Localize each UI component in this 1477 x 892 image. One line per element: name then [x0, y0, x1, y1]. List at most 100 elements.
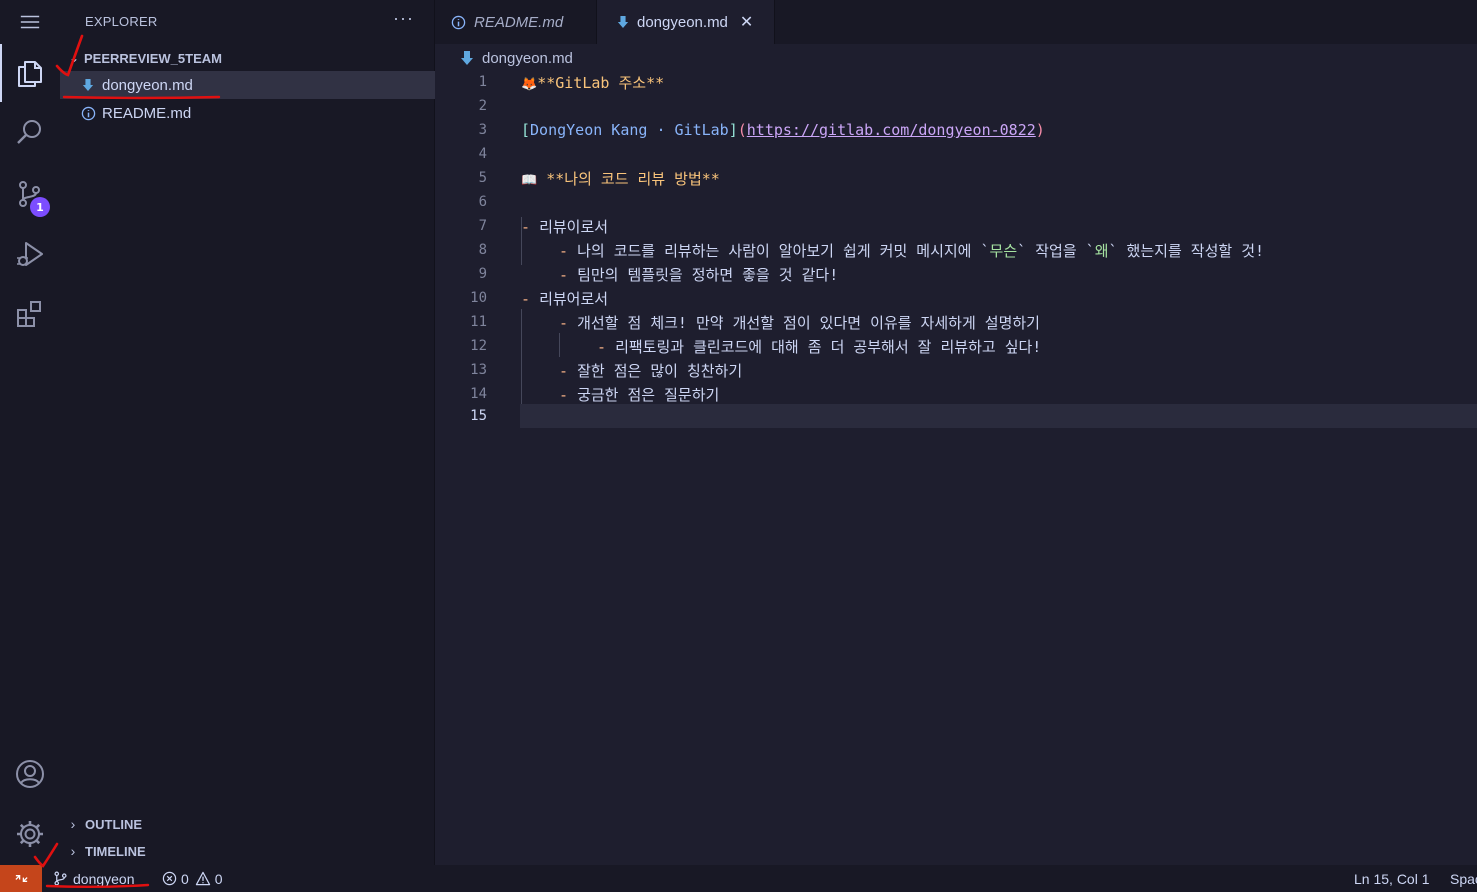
- code-text: 나의 코드를 리뷰하는 사람이 알아보기 쉽게 커밋 메시지에: [577, 241, 981, 260]
- code-text: 리뷰어로서: [539, 289, 609, 308]
- markdown-icon: [461, 51, 473, 65]
- code-text: **GitLab 주소**: [537, 73, 665, 92]
- hamburger-menu-icon: [20, 15, 40, 29]
- code-text: 리뷰이로서: [539, 217, 609, 236]
- code-line: 9 - 팀만의 템플릿을 정하면 좋을 것 같다!: [435, 262, 1477, 286]
- code-line: 14 - 궁금한 점은 질문하기: [435, 382, 1477, 406]
- code-token: `: [1108, 241, 1118, 260]
- breadcrumb-item[interactable]: dongyeon.md: [482, 50, 573, 67]
- chevron-right-icon: ›: [70, 816, 76, 832]
- code-text: 개선할 점 체크! 만약 개선할 점이 있다면 이유를 자세하게 설명하기: [577, 313, 1040, 332]
- code-line: 4: [435, 142, 1477, 166]
- git-branch-icon: [54, 871, 67, 886]
- workspace-folder[interactable]: ⌄ PEERREVIEW_5TEAM: [60, 46, 435, 70]
- indentation-indicator[interactable]: Spaces: 4: [1450, 865, 1477, 892]
- line-number: 2: [478, 98, 487, 114]
- code-editor[interactable]: 1 🦊**GitLab 주소** 2 3 [DongYeon Kang · Gi…: [435, 72, 1477, 865]
- branch-name: dongyeon: [73, 870, 135, 887]
- code-line: 15: [435, 404, 1477, 428]
- search-button[interactable]: [0, 104, 60, 160]
- line-number: 10: [470, 290, 487, 306]
- list-marker: -: [597, 337, 616, 356]
- line-number: 14: [470, 386, 487, 402]
- close-icon[interactable]: ✕: [740, 12, 753, 32]
- accounts-button[interactable]: [0, 746, 60, 802]
- tab-readme[interactable]: README.md: [435, 0, 597, 44]
- outline-panel-header[interactable]: › OUTLINE: [60, 811, 435, 837]
- problems-indicator[interactable]: 0 0: [162, 865, 229, 892]
- menu-button[interactable]: [0, 0, 60, 44]
- code-token: [: [521, 121, 531, 139]
- tab-dongyeon[interactable]: dongyeon.md ✕: [597, 0, 775, 44]
- extensions-button[interactable]: [0, 286, 60, 342]
- chevron-down-icon: ⌄: [68, 51, 80, 65]
- branch-indicator[interactable]: dongyeon: [53, 865, 135, 892]
- run-debug-icon: [17, 242, 43, 266]
- code-token: `: [1017, 241, 1027, 260]
- code-token: ): [1035, 121, 1045, 139]
- line-number: 15: [470, 408, 487, 424]
- explorer-button[interactable]: [0, 44, 60, 102]
- chevron-right-icon: ›: [70, 843, 76, 859]
- code-line: 12 - 리팩토링과 클린코드에 대해 좀 더 공부해서 잘 리뷰하고 싶다!: [435, 334, 1477, 358]
- code-line: 7 - 리뷰이로서: [435, 214, 1477, 238]
- code-line: 11 - 개선할 점 체크! 만약 개선할 점이 있다면 이유를 자세하게 설명…: [435, 310, 1477, 334]
- code-line: 2: [435, 94, 1477, 118]
- code-text: 했는지를 작성할 것!: [1117, 241, 1265, 260]
- code-text: 리팩토링과 클린코드에 대해 좀 더 공부해서 잘 리뷰하고 싶다!: [615, 337, 1042, 356]
- link-text: DongYeon Kang · GitLab: [530, 121, 729, 139]
- code-line: 5 📖 **나의 코드 리뷰 방법**: [435, 166, 1477, 190]
- line-number: 7: [478, 218, 487, 234]
- code-line: 1 🦊**GitLab 주소**: [435, 72, 1477, 94]
- more-actions-button[interactable]: ···: [393, 8, 414, 29]
- line-number: 9: [478, 266, 487, 282]
- account-icon: [16, 760, 44, 788]
- gear-icon: [17, 821, 43, 847]
- line-number: 13: [470, 362, 487, 378]
- manage-button[interactable]: [0, 806, 60, 862]
- list-marker: -: [559, 361, 578, 380]
- line-number: 6: [478, 194, 487, 210]
- line-number: 1: [478, 74, 487, 90]
- files-icon: [18, 61, 42, 87]
- line-number: 8: [478, 242, 487, 258]
- list-marker: -: [559, 241, 578, 260]
- code-token: ]: [728, 121, 738, 139]
- line-number: 3: [478, 122, 487, 138]
- file-item-readme[interactable]: README.md: [60, 99, 435, 127]
- remote-icon: [14, 875, 28, 882]
- search-icon: [17, 120, 41, 144]
- list-marker: -: [559, 385, 578, 404]
- file-name: README.md: [102, 104, 192, 122]
- list-marker: -: [559, 265, 578, 284]
- line-number: 4: [478, 146, 487, 162]
- timeline-panel-header[interactable]: › TIMELINE: [60, 838, 435, 864]
- panel-label: TIMELINE: [85, 843, 146, 859]
- code-token: (: [737, 121, 747, 139]
- breadcrumb: dongyeon.md: [435, 44, 1477, 72]
- info-icon: [451, 15, 466, 30]
- code-token: `: [980, 241, 990, 260]
- markdown-icon: [617, 15, 629, 29]
- inline-code: 왜: [1094, 241, 1109, 260]
- tab-label: dongyeon.md: [637, 13, 728, 31]
- line-number: 5: [478, 170, 487, 186]
- source-control-button[interactable]: 1: [0, 166, 60, 222]
- fox-emoji: 🦊: [521, 76, 538, 92]
- tab-label: README.md: [474, 13, 564, 31]
- remote-button[interactable]: [0, 865, 42, 892]
- markdown-icon: [79, 76, 97, 94]
- code-line: 13 - 잘한 점은 많이 칭찬하기: [435, 358, 1477, 382]
- cursor-position[interactable]: Ln 15, Col 1: [1354, 865, 1430, 892]
- code-text: **나의 코드 리뷰 방법**: [537, 169, 720, 188]
- code-line: 6: [435, 190, 1477, 214]
- code-text: 잘한 점은 많이 칭찬하기: [577, 361, 743, 380]
- inline-code: 무슨: [989, 241, 1018, 260]
- run-debug-button[interactable]: [0, 226, 60, 282]
- link-url[interactable]: https://gitlab.com/dongyeon-0822: [747, 121, 1036, 139]
- code-line: 3 [DongYeon Kang · GitLab](https://gitla…: [435, 118, 1477, 142]
- source-control-badge: 1: [30, 197, 50, 217]
- explorer-sidebar: EXPLORER ··· ⌄ PEERREVIEW_5TEAM dongyeon…: [60, 0, 435, 865]
- file-item-dongyeon[interactable]: dongyeon.md: [60, 71, 435, 99]
- code-text: 팀만의 템플릿을 정하면 좋을 것 같다!: [577, 265, 839, 284]
